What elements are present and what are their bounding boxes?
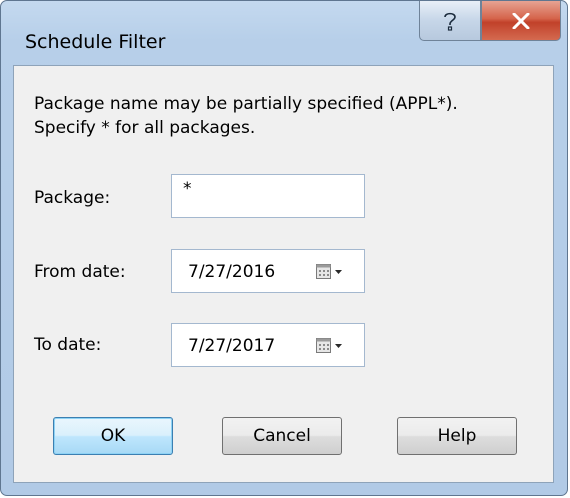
instructions-line-2: Specify * for all packages. — [34, 118, 256, 138]
cancel-button[interactable]: Cancel — [222, 417, 342, 455]
help-button[interactable]: Help — [397, 417, 517, 455]
question-mark-icon — [444, 12, 456, 31]
window-title: Schedule Filter — [25, 31, 166, 53]
calendar-dropdown-icon[interactable] — [316, 264, 346, 285]
package-input[interactable]: * — [171, 174, 365, 218]
to-date-value: 7/27/2017 — [188, 336, 276, 356]
instructions-line-1: Package name may be partially specified … — [34, 94, 458, 114]
close-x-icon — [512, 12, 530, 29]
package-label: Package: — [34, 188, 111, 208]
instructions-text: Package name may be partially specified … — [34, 92, 458, 140]
to-date-label: To date: — [34, 335, 102, 355]
from-date-picker[interactable]: 7/27/2016 — [171, 249, 365, 293]
package-input-value: * — [183, 179, 192, 199]
to-date-picker[interactable]: 7/27/2017 — [171, 323, 365, 367]
calendar-dropdown-icon[interactable] — [316, 338, 346, 359]
caption-help-button[interactable] — [419, 1, 481, 41]
from-date-label: From date: — [34, 262, 126, 282]
caption-close-button[interactable] — [481, 1, 561, 41]
from-date-value: 7/27/2016 — [188, 262, 276, 282]
ok-button[interactable]: OK — [53, 417, 173, 455]
